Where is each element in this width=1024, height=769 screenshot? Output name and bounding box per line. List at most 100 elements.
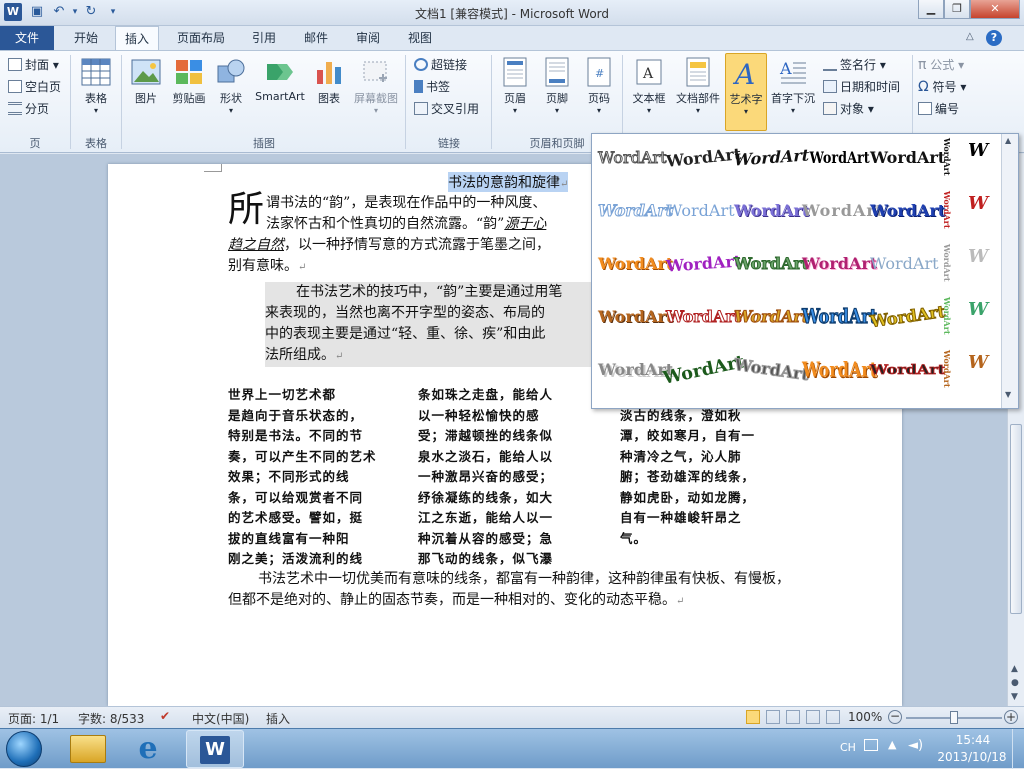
wordart-style-27[interactable]: WordArt	[733, 354, 811, 384]
wordart-button[interactable]: A 艺术字 ▾	[725, 53, 767, 131]
equation-button[interactable]: π 公式 ▾	[918, 55, 964, 75]
clock-date[interactable]: 2013/10/18	[936, 750, 1008, 764]
numbering-button[interactable]: 编号	[918, 99, 959, 119]
wordart-vertical-style-5[interactable]: WordArt	[942, 350, 952, 388]
tab-references[interactable]: 引用	[242, 26, 286, 50]
tab-mailings[interactable]: 邮件	[294, 26, 338, 50]
wordart-vertical-style-1[interactable]: WordArt	[942, 138, 952, 176]
wordart-w-preview-icon[interactable]: W	[968, 299, 988, 320]
object-button[interactable]: 对象 ▾	[823, 99, 874, 119]
close-button[interactable]: ✕	[970, 0, 1020, 19]
restore-button[interactable]: ❐	[944, 0, 970, 19]
wordart-style-22[interactable]: WordArt	[801, 305, 877, 329]
paragraph-2-line-3[interactable]: 中的表现主要是通过“轻、重、徐、疾”和由此	[265, 324, 545, 345]
bookmark-button[interactable]: 书签	[414, 77, 450, 97]
help-icon[interactable]: ?	[986, 30, 1002, 46]
tab-page-layout[interactable]: 页面布局	[168, 26, 234, 50]
wordart-gallery[interactable]: WordArt WordArt WordArt WordArt WordArt WordA…	[591, 133, 1019, 409]
wordart-style-17[interactable]: WordArt	[870, 254, 939, 273]
picture-button[interactable]: 图片	[126, 57, 166, 106]
taskbar-word-button[interactable]: W	[186, 730, 244, 768]
chart-button[interactable]: 图表	[311, 57, 347, 106]
paragraph-1-line-3[interactable]: 趋之自然，以一种抒情写意的方式流露于笔墨之间，	[228, 234, 550, 256]
insert-mode[interactable]: 插入	[266, 710, 290, 727]
dropcap-button[interactable]: A 首字下沉 ▾	[769, 57, 817, 115]
wordart-style-9[interactable]: WordArt	[734, 201, 809, 220]
wordart-style-14[interactable]: WordArt	[665, 251, 741, 275]
wordart-w-preview-icon[interactable]: W	[968, 193, 988, 214]
table-button[interactable]: 表格 ▾	[76, 57, 116, 115]
screenshot-button[interactable]: 屏幕截图 ▾	[350, 57, 402, 115]
clipart-button[interactable]: 剪贴画	[167, 57, 211, 106]
signature-line-button[interactable]: 签名行 ▾	[823, 55, 886, 75]
minimize-button[interactable]: ▁	[918, 0, 944, 19]
input-lang[interactable]: CH	[840, 741, 856, 754]
draft-icon[interactable]	[826, 710, 840, 724]
zoom-level[interactable]: 100%	[848, 710, 882, 724]
zoom-out-icon[interactable]: −	[888, 710, 902, 724]
volume-icon[interactable]: ◄)	[908, 738, 923, 753]
start-button[interactable]	[6, 731, 42, 767]
gallery-scroll-up-icon[interactable]: ▲	[1005, 136, 1011, 145]
wordart-vertical-style-2[interactable]: WordArt	[942, 191, 952, 229]
doc-parts-button[interactable]: 文档部件 ▾	[672, 57, 724, 115]
minimize-ribbon-icon[interactable]: △	[966, 31, 974, 42]
wordart-style-21[interactable]: WordArt	[732, 307, 812, 327]
paragraph-3-line-1[interactable]: 书法艺术中一切优美而有意味的线条，都富有一种韵律，这种韵律虽有快板、有慢板，	[258, 569, 790, 590]
drop-cap[interactable]: 所	[228, 190, 264, 230]
language-indicator[interactable]: 中文(中国)	[192, 710, 249, 727]
symbol-button[interactable]: Ω 符号 ▾	[918, 77, 966, 97]
full-screen-icon[interactable]	[766, 710, 780, 724]
smartart-button[interactable]: SmartArt	[252, 57, 308, 103]
show-desktop-button[interactable]	[1012, 729, 1024, 769]
shapes-button[interactable]: 形状 ▾	[213, 57, 249, 115]
blank-page-button[interactable]: 空白页	[8, 77, 61, 97]
wordart-vertical-style-4[interactable]: WordArt	[942, 297, 952, 335]
paragraph-2-line-1[interactable]: 在书法艺术的技巧中，“韵”主要是通过用笔	[296, 282, 562, 303]
page-break-button[interactable]: 分页	[8, 99, 49, 119]
ie-icon[interactable]: e	[128, 731, 168, 767]
proofing-icon[interactable]: ✔	[160, 709, 170, 723]
outline-icon[interactable]	[806, 710, 820, 724]
paragraph-1-line-2[interactable]: 法家怀古和个性真切的自然流露。“韵”源于心	[266, 213, 546, 235]
header-button[interactable]: 页眉 ▾	[497, 57, 533, 115]
print-layout-icon[interactable]	[746, 710, 760, 724]
doc-title[interactable]: 书法的意韵和旋律↵	[448, 172, 569, 192]
wordart-style-7[interactable]: WordArt	[597, 201, 673, 221]
tab-insert[interactable]: 插入	[115, 26, 159, 51]
web-layout-icon[interactable]	[786, 710, 800, 724]
wordart-w-preview-icon[interactable]: W	[968, 246, 988, 267]
datetime-button[interactable]: 日期和时间	[823, 77, 900, 97]
clock-time[interactable]: 15:44	[940, 733, 1006, 747]
wordart-style-13[interactable]: WordArt	[598, 254, 673, 273]
paragraph-2-line-2[interactable]: 来表现的，当然也离不开字型的姿态、布局的	[265, 303, 545, 324]
wordart-w-preview-icon[interactable]: W	[968, 352, 988, 373]
wordart-style-8[interactable]: WordArt	[666, 201, 735, 220]
wordart-style-11[interactable]: WordArt	[870, 201, 945, 220]
wordart-style-5[interactable]: WordArt	[870, 148, 945, 167]
word-count[interactable]: 字数: 8/533	[78, 710, 144, 727]
wordart-style-28[interactable]: WordArt	[802, 357, 877, 382]
crossref-button[interactable]: 交叉引用	[414, 99, 479, 119]
tray-arrow-icon[interactable]: ▲	[888, 738, 896, 751]
keyboard-icon[interactable]	[864, 739, 878, 751]
wordart-style-20[interactable]: WordArt	[665, 307, 741, 327]
cover-page-button[interactable]: 封面 ▾	[8, 55, 59, 75]
wordart-style-29[interactable]: WordArt	[869, 361, 945, 377]
gallery-scroll-down-icon[interactable]: ▼	[1005, 390, 1011, 399]
wordart-style-19[interactable]: WordArt	[598, 307, 673, 326]
gallery-scrollbar[interactable]: ▲ ▼	[1001, 134, 1018, 408]
wordart-style-16[interactable]: WordArt	[802, 254, 877, 273]
zoom-slider-thumb[interactable]	[950, 711, 958, 724]
scroll-thumb[interactable]	[1010, 424, 1022, 614]
wordart-style-4[interactable]: WordArt	[810, 148, 870, 167]
wordart-style-23[interactable]: WordArt	[869, 301, 947, 331]
wordart-vertical-style-3[interactable]: WordArt	[942, 244, 952, 282]
paragraph-1-line-4[interactable]: 别有意味。↵	[228, 255, 306, 279]
page-count[interactable]: 页面: 1/1	[8, 710, 59, 727]
wordart-style-3[interactable]: WordArt	[734, 145, 809, 169]
wordart-style-2[interactable]: WordArt	[665, 144, 742, 171]
wordart-style-15[interactable]: WordArt	[733, 254, 809, 274]
paragraph-3-line-2[interactable]: 但都不是绝对的、静止的固态节奏，而是一种相对的、变化的动态平稳。↵	[228, 590, 684, 612]
paragraph-2-line-4[interactable]: 法所组成。↵	[265, 345, 343, 367]
